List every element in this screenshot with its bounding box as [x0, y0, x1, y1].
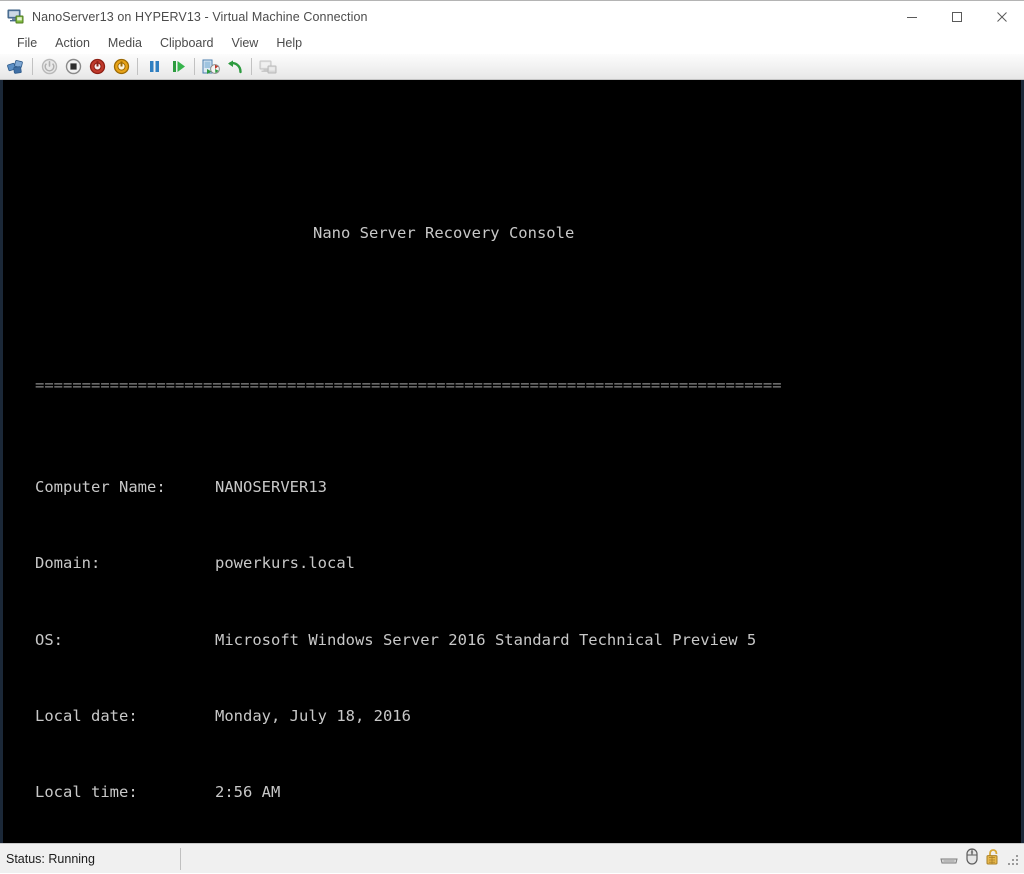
keyboard-icon — [939, 849, 959, 870]
info-value-local-time: 2:56 AM — [215, 782, 281, 801]
status-icons — [939, 844, 1020, 874]
enhanced-session-icon[interactable] — [256, 55, 280, 79]
menu-bar: File Action Media Clipboard View Help — [0, 32, 1024, 54]
toolbar-separator — [194, 58, 195, 75]
toolbar-separator — [251, 58, 252, 75]
vm-console-viewport[interactable]: Nano Server Recovery Console ===========… — [0, 80, 1024, 843]
info-label-computer-name: Computer Name: — [35, 478, 166, 497]
minimize-icon[interactable] — [889, 1, 934, 33]
status-bar: Status: Running — [0, 843, 1024, 873]
console-spacer — [35, 297, 1021, 322]
title-bar: NanoServer13 on HYPERV13 - Virtual Machi… — [0, 0, 1024, 32]
console-info-row: Computer Name: NANOSERVER13 — [35, 475, 1021, 500]
menu-item-media[interactable]: Media — [99, 34, 151, 53]
unlocked-padlock-icon — [985, 848, 1001, 871]
toolbar-separator — [137, 58, 138, 75]
maximize-icon[interactable] — [934, 1, 979, 33]
info-label-local-date: Local date: — [35, 706, 138, 725]
info-value-local-date: Monday, July 18, 2016 — [215, 706, 411, 725]
menu-item-file[interactable]: File — [8, 34, 46, 53]
console-title-text: Nano Server Recovery Console — [313, 224, 575, 243]
status-divider — [180, 848, 181, 870]
turn-off-icon[interactable] — [61, 55, 85, 79]
info-label-os: OS: — [35, 630, 63, 649]
menu-item-clipboard[interactable]: Clipboard — [151, 34, 223, 53]
info-value-computer-name: NANOSERVER13 — [215, 478, 327, 497]
resize-grip[interactable] — [1008, 853, 1020, 865]
shut-down-icon[interactable] — [85, 55, 109, 79]
reset-icon[interactable] — [166, 55, 190, 79]
menu-item-action[interactable]: Action — [46, 34, 99, 53]
console-spacer — [35, 145, 1021, 170]
console-title: Nano Server Recovery Console — [35, 221, 1021, 246]
revert-icon[interactable] — [223, 55, 247, 79]
info-value-os: Microsoft Windows Server 2016 Standard T… — [215, 630, 757, 649]
virtual-machine-connection-window: NanoServer13 on HYPERV13 - Virtual Machi… — [0, 0, 1024, 873]
checkpoint-icon[interactable] — [199, 55, 223, 79]
console-info-row: Local date: Monday, July 18, 2016 — [35, 704, 1021, 729]
nano-server-recovery-console[interactable]: Nano Server Recovery Console ===========… — [3, 80, 1021, 843]
virtual-machine-icon — [7, 8, 25, 26]
info-value-domain: powerkurs.local — [215, 554, 355, 573]
close-icon[interactable] — [979, 1, 1024, 33]
console-info-row: Domain: powerkurs.local — [35, 551, 1021, 576]
console-separator-double: ========================================… — [35, 376, 782, 395]
menu-item-help[interactable]: Help — [267, 34, 311, 53]
window-title: NanoServer13 on HYPERV13 - Virtual Machi… — [32, 9, 368, 24]
start-icon[interactable] — [37, 55, 61, 79]
status-text: Status: Running — [6, 851, 95, 866]
pause-icon[interactable] — [142, 55, 166, 79]
console-info-row: Local time: 2:56 AM — [35, 780, 1021, 805]
window-controls — [889, 1, 1024, 33]
info-label-local-time: Local time: — [35, 782, 138, 801]
console-info-row: OS: Microsoft Windows Server 2016 Standar… — [35, 628, 1021, 653]
ctrl-alt-delete-icon[interactable] — [4, 55, 28, 79]
menu-item-view[interactable]: View — [222, 34, 267, 53]
save-icon[interactable] — [109, 55, 133, 79]
mouse-icon — [964, 847, 980, 871]
info-label-domain: Domain: — [35, 554, 101, 573]
toolbar-separator — [32, 58, 33, 75]
toolbar — [0, 54, 1024, 80]
